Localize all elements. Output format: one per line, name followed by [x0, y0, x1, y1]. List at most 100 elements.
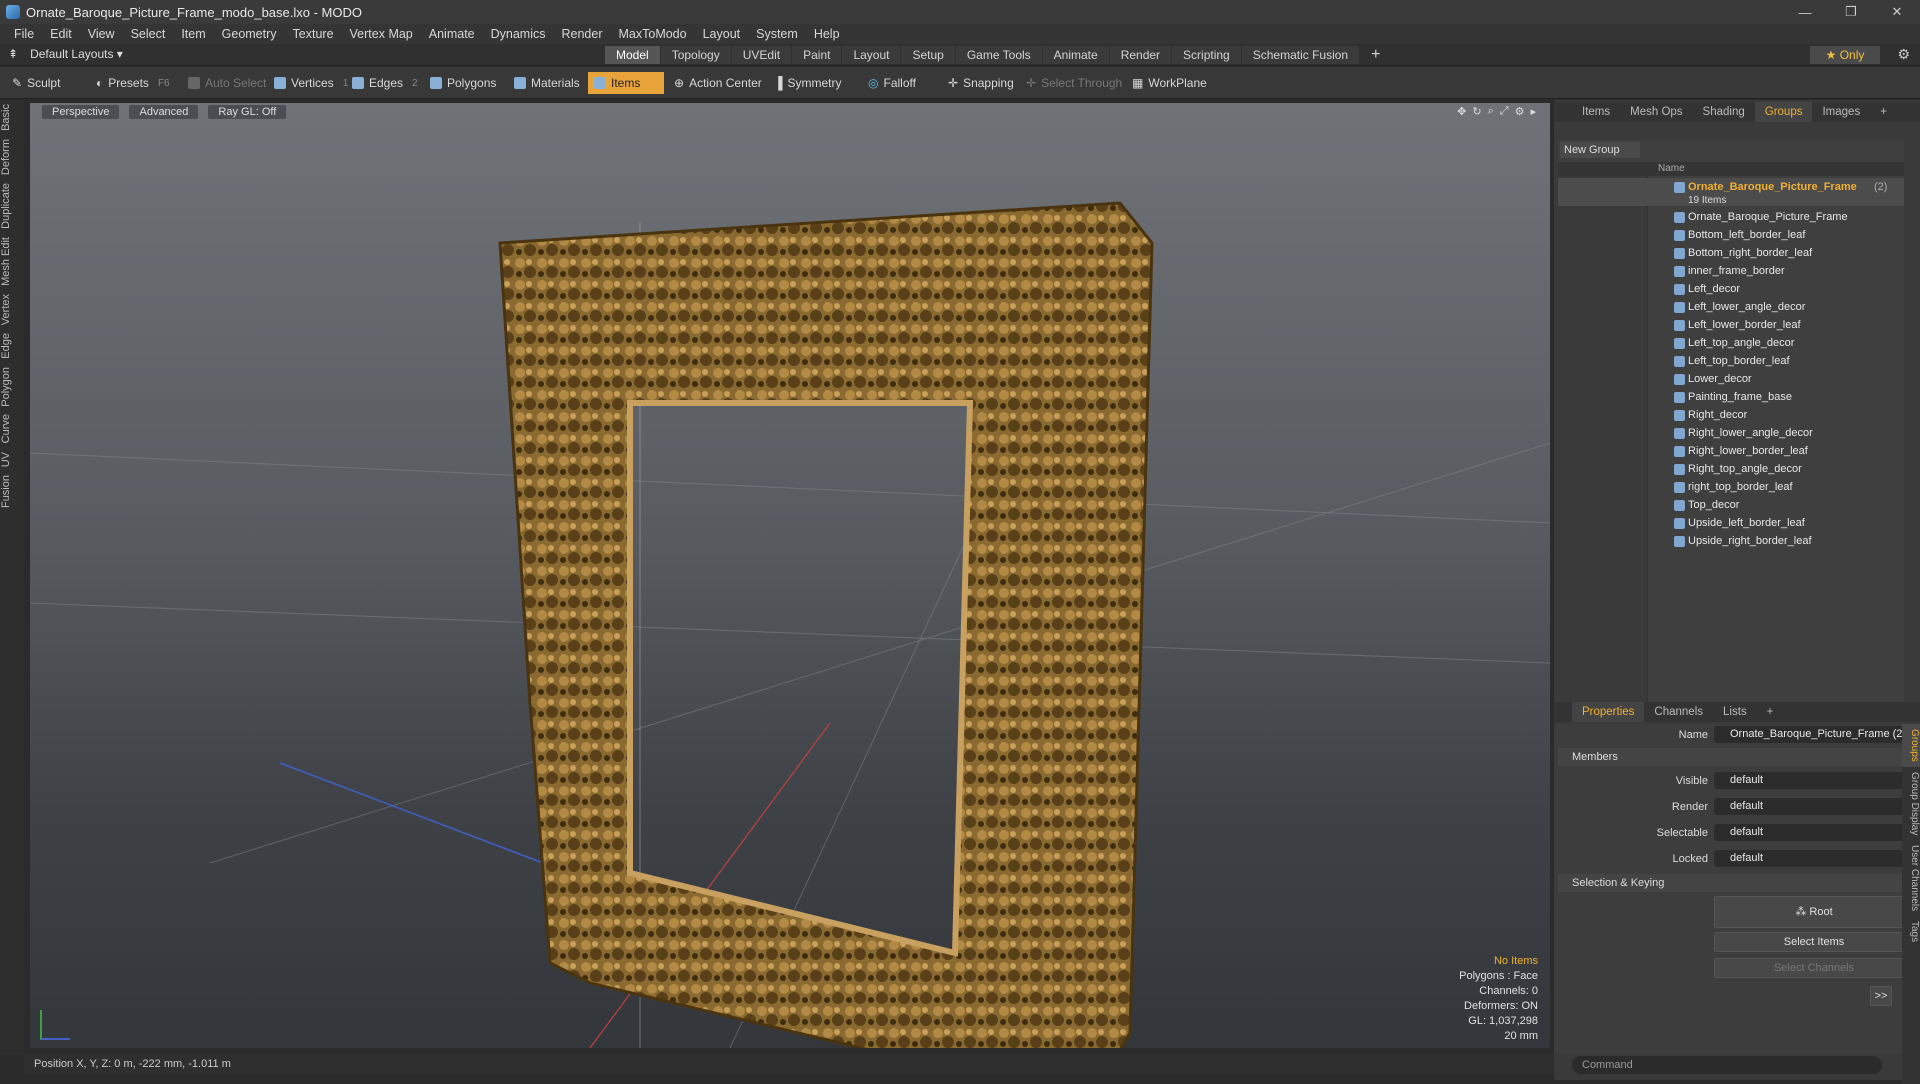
more-button[interactable]: >> — [1870, 986, 1892, 1006]
tab-uv[interactable]: UV — [0, 448, 24, 471]
group-item-row[interactable]: Left_decor — [1558, 280, 1904, 298]
group-item-row[interactable]: Right_lower_border_leaf — [1558, 442, 1904, 460]
root-button[interactable]: ⁂ Root — [1714, 896, 1914, 928]
default-layouts-dropdown[interactable]: Default Layouts ▾ — [30, 47, 123, 61]
tab-group-display[interactable]: Group Display — [1902, 767, 1920, 840]
auto-select-button[interactable]: Auto Select — [182, 72, 272, 94]
menu-view[interactable]: View — [80, 27, 123, 41]
select-through-button[interactable]: ✛ Select Through — [1020, 72, 1128, 94]
tab-channels[interactable]: Channels — [1644, 702, 1713, 722]
menu-texture[interactable]: Texture — [285, 27, 342, 41]
group-item-row[interactable]: Left_top_angle_decor — [1558, 334, 1904, 352]
menu-file[interactable]: File — [6, 27, 42, 41]
3d-viewport[interactable]: Perspective Advanced Ray GL: Off ✥ ↻ ⌕ ⤢… — [30, 103, 1550, 1048]
zoom-icon[interactable]: ⌕ — [1488, 105, 1494, 118]
locked-dropdown[interactable]: default — [1714, 850, 1914, 867]
menu-layout[interactable]: Layout — [695, 27, 749, 41]
name-field[interactable]: Ornate_Baroque_Picture_Frame (2) — [1714, 726, 1914, 743]
tab-mesh-ops[interactable]: Mesh Ops — [1620, 102, 1692, 122]
tab-images[interactable]: Images — [1812, 102, 1870, 122]
tab-lists[interactable]: Lists — [1713, 702, 1757, 722]
menu-animate[interactable]: Animate — [421, 27, 483, 41]
menu-system[interactable]: System — [748, 27, 806, 41]
sculpt-button[interactable]: ✎ Sculpt — [6, 72, 66, 94]
menu-geometry[interactable]: Geometry — [214, 27, 285, 41]
perspective-button[interactable]: Perspective — [42, 105, 120, 119]
add-props-tab[interactable]: + — [1757, 702, 1784, 722]
presets-button[interactable]: ◐ Presets F6 — [90, 72, 176, 94]
action-center-button[interactable]: ⊕ Action Center — [668, 72, 768, 94]
tab-layout[interactable]: Layout — [842, 46, 901, 64]
vertices-button[interactable]: Vertices 1 — [268, 72, 354, 94]
tab-game-tools[interactable]: Game Tools — [955, 46, 1042, 64]
items-button[interactable]: Items — [588, 72, 664, 94]
tab-tags[interactable]: Tags — [1902, 916, 1920, 947]
command-input[interactable]: Command — [1572, 1056, 1882, 1074]
menu-item[interactable]: Item — [173, 27, 213, 41]
layout-arrow-icon[interactable]: ⇞ — [8, 47, 18, 61]
group-item-row[interactable]: Top_decor — [1558, 496, 1904, 514]
name-column-header[interactable]: Name — [1558, 162, 1904, 176]
menu-help[interactable]: Help — [806, 27, 848, 41]
group-item-row[interactable]: right_top_border_leaf — [1558, 478, 1904, 496]
tab-animate[interactable]: Animate — [1042, 46, 1109, 64]
selectable-dropdown[interactable]: default — [1714, 824, 1914, 841]
group-item-row[interactable]: Right_top_angle_decor — [1558, 460, 1904, 478]
tab-setup[interactable]: Setup — [901, 46, 955, 64]
polygons-button[interactable]: Polygons — [424, 72, 502, 94]
group-item-row[interactable]: Upside_right_border_leaf — [1558, 532, 1904, 550]
new-group-button[interactable]: New Group — [1560, 142, 1640, 158]
expand-arrow-icon[interactable]: ▸ — [1530, 105, 1536, 118]
group-item-row[interactable]: Bottom_left_border_leaf — [1558, 226, 1904, 244]
tab-render[interactable]: Render — [1109, 46, 1172, 64]
menu-edit[interactable]: Edit — [42, 27, 80, 41]
viewport-gear-icon[interactable]: ⚙ — [1515, 105, 1525, 118]
minimize-button[interactable]: — — [1782, 0, 1828, 24]
menu-dynamics[interactable]: Dynamics — [483, 27, 554, 41]
group-item-row[interactable]: Painting_frame_base — [1558, 388, 1904, 406]
snapping-button[interactable]: ✛ Snapping — [942, 72, 1020, 94]
menu-select[interactable]: Select — [123, 27, 174, 41]
edges-button[interactable]: Edges 2 — [346, 72, 424, 94]
tab-topology[interactable]: Topology — [660, 46, 731, 64]
menu-maxtomodo[interactable]: MaxToModo — [611, 27, 695, 41]
tab-vertex[interactable]: Vertex — [0, 290, 24, 329]
group-item-row[interactable]: Ornate_Baroque_Picture_Frame — [1558, 208, 1904, 226]
pan-icon[interactable]: ✥ — [1457, 105, 1466, 118]
tab-shading[interactable]: Shading — [1693, 102, 1755, 122]
select-channels-button[interactable]: Select Channels — [1714, 958, 1914, 978]
advanced-button[interactable]: Advanced — [129, 105, 199, 119]
select-items-button[interactable]: Select Items — [1714, 932, 1914, 952]
tab-items[interactable]: Items — [1572, 102, 1620, 122]
tab-groups[interactable]: Groups — [1754, 102, 1813, 122]
tab-curve[interactable]: Curve — [0, 410, 24, 447]
group-item-row[interactable]: Left_lower_border_leaf — [1558, 316, 1904, 334]
group-item-row[interactable]: Left_lower_angle_decor — [1558, 298, 1904, 316]
close-button[interactable]: ✕ — [1874, 0, 1920, 24]
tab-paint[interactable]: Paint — [792, 46, 842, 64]
add-panel-tab[interactable]: + — [1870, 102, 1897, 122]
workplane-button[interactable]: ▦ WorkPlane — [1126, 72, 1213, 94]
group-item-row[interactable]: Right_lower_angle_decor — [1558, 424, 1904, 442]
raygl-button[interactable]: Ray GL: Off — [208, 105, 287, 119]
group-item-row[interactable]: Left_top_border_leaf — [1558, 352, 1904, 370]
falloff-button[interactable]: ◎ Falloff — [862, 72, 922, 94]
tab-model[interactable]: Model — [605, 46, 660, 64]
tab-fusion[interactable]: Fusion — [0, 471, 24, 512]
tab-uvedit[interactable]: UVEdit — [731, 46, 792, 64]
group-item-row[interactable]: Lower_decor — [1558, 370, 1904, 388]
maximize-button[interactable]: ❐ — [1828, 0, 1874, 24]
only-toggle[interactable]: ★ Only — [1810, 46, 1880, 64]
selection-keying-section[interactable]: Selection & Keying — [1558, 874, 1908, 892]
symmetry-button[interactable]: ▐ Symmetry — [768, 72, 848, 94]
tab-duplicate[interactable]: Duplicate — [0, 179, 24, 233]
tab-schematic-fusion[interactable]: Schematic Fusion — [1241, 46, 1360, 64]
gear-icon[interactable]: ⚙ — [1897, 46, 1910, 63]
tab-properties[interactable]: Properties — [1572, 702, 1645, 722]
menu-render[interactable]: Render — [554, 27, 611, 41]
tab-basic[interactable]: Basic — [0, 100, 24, 135]
visible-dropdown[interactable]: default — [1714, 772, 1914, 789]
add-tab-button[interactable]: + — [1360, 46, 1391, 64]
tab-scripting[interactable]: Scripting — [1172, 46, 1241, 64]
group-item-row[interactable]: inner_frame_border — [1558, 262, 1904, 280]
